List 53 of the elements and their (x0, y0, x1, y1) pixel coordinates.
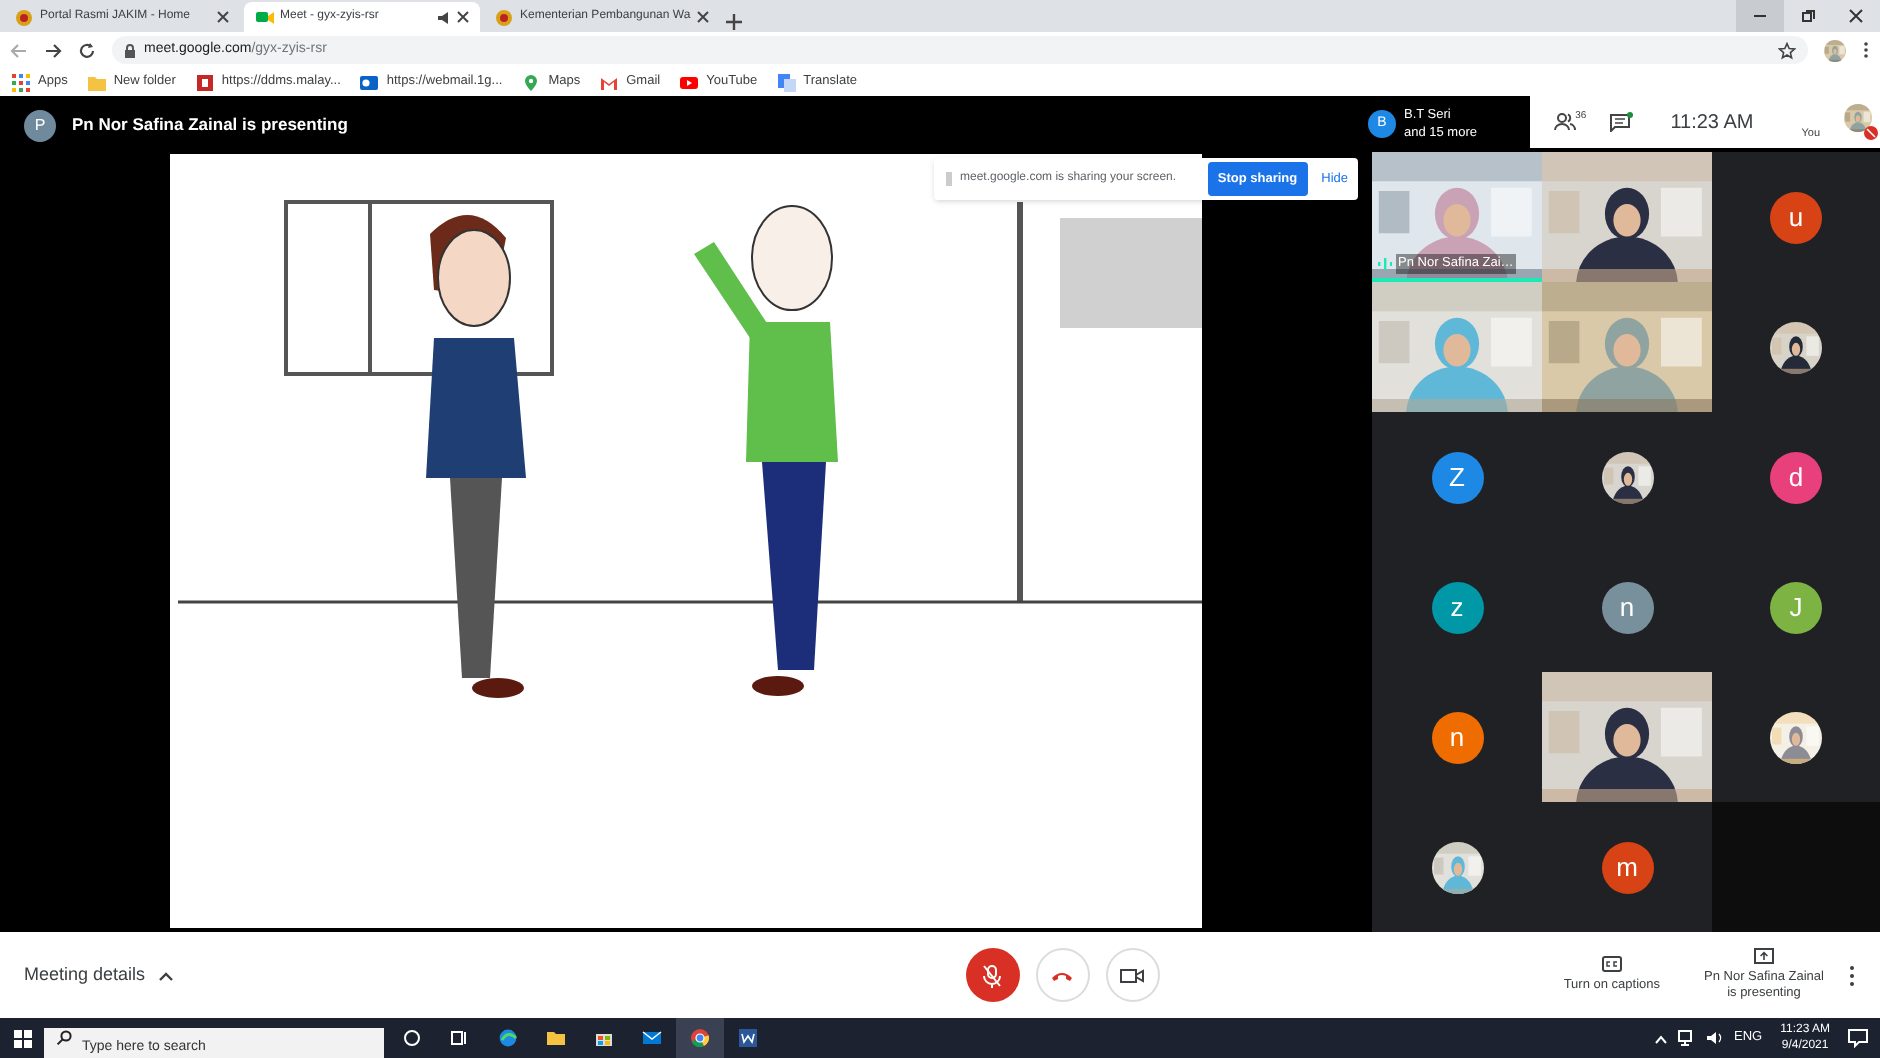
caret-up-icon (157, 969, 174, 981)
play-icon (680, 73, 699, 91)
map-pin-icon (522, 73, 541, 91)
participant-avatar: n (1601, 581, 1653, 633)
volume-icon[interactable] (1706, 1030, 1724, 1046)
present-screen-icon (1754, 948, 1774, 966)
notification-icon[interactable] (1848, 1028, 1868, 1048)
presenter-avatar: P (24, 109, 56, 141)
star-icon[interactable] (1778, 41, 1796, 59)
meeting-details-button[interactable]: Meeting details (24, 961, 174, 989)
participant-avatar: J (1770, 581, 1822, 633)
search-icon (56, 1030, 72, 1046)
network-icon[interactable] (1678, 1030, 1696, 1046)
participant-avatar: m (1601, 841, 1653, 893)
close-icon[interactable] (216, 10, 230, 24)
camera-button[interactable] (1105, 948, 1160, 1002)
caret-up-icon[interactable] (1654, 1033, 1668, 1043)
new-tab-icon[interactable] (724, 12, 744, 32)
favicon-icon (254, 7, 274, 27)
participant-avatar: d (1770, 451, 1822, 503)
captions-icon (1601, 955, 1622, 972)
microphone-button[interactable] (965, 948, 1020, 1002)
speaker-icon (436, 10, 450, 24)
reload-icon[interactable] (78, 41, 96, 59)
audio-level-icon (1378, 258, 1392, 271)
folder-icon (87, 73, 106, 91)
more-icon[interactable] (1848, 963, 1856, 987)
participant-avatar: z (1431, 581, 1483, 633)
close-icon[interactable] (456, 10, 470, 24)
mic-off-icon (982, 963, 1003, 987)
clock-time: 11:23 AM (1670, 109, 1754, 137)
envelope-icon (600, 73, 619, 91)
hang-up-button[interactable] (1035, 948, 1090, 1002)
participant-avatar: Z (1431, 451, 1483, 503)
chrome-icon[interactable] (676, 1018, 724, 1058)
presenting-title: Pn Nor Safina Zainal is presenting (72, 112, 348, 138)
close-icon[interactable] (696, 10, 711, 24)
handle-icon (946, 172, 952, 186)
people-icon (1553, 112, 1576, 132)
favicon-icon (14, 7, 34, 27)
favicon-icon (494, 7, 514, 27)
participant-avatar: u (1770, 191, 1822, 243)
chat-icon[interactable] (1610, 112, 1635, 132)
document-icon (195, 73, 214, 91)
more-icon[interactable] (1862, 40, 1870, 60)
forward-icon[interactable] (44, 41, 62, 59)
participant-avatar: n (1431, 711, 1483, 763)
camera-icon (1120, 967, 1145, 983)
apps-grid-icon (12, 73, 30, 91)
lock-icon (124, 43, 136, 57)
translate-icon (777, 73, 796, 91)
phone-icon (1050, 969, 1075, 981)
mail-icon (360, 73, 379, 91)
